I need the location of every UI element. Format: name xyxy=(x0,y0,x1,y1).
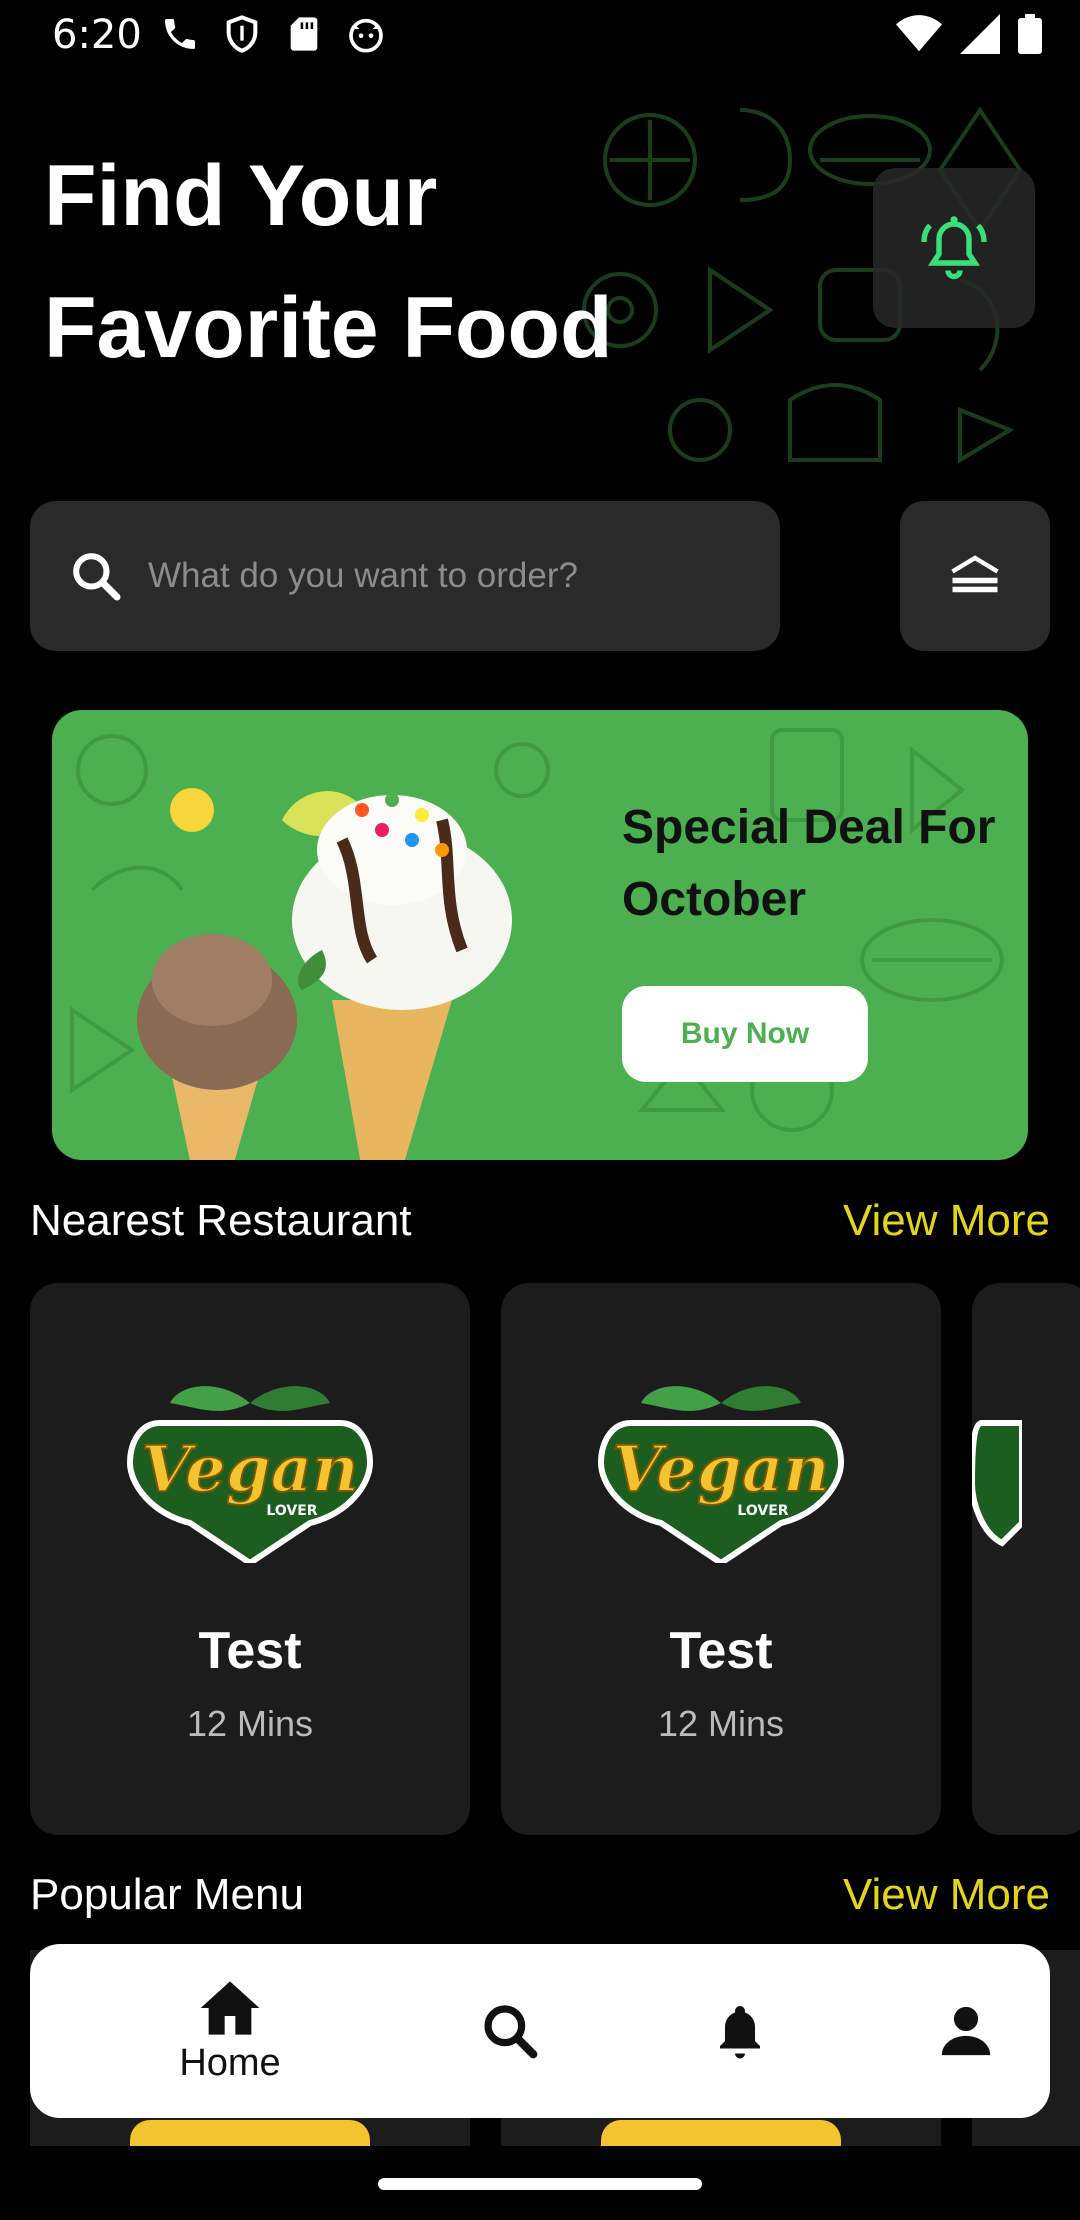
popular-view-more-link[interactable]: View More xyxy=(843,1870,1050,1920)
filter-icon xyxy=(951,555,999,593)
restaurant-name: Test xyxy=(669,1622,773,1680)
status-notifications xyxy=(160,14,386,54)
home-icon xyxy=(200,1980,260,2035)
vegan-logo-peek xyxy=(130,2120,370,2146)
promo-banner[interactable]: Special Deal For October Buy Now xyxy=(52,710,1028,1160)
restaurant-time: 12 Mins xyxy=(657,1703,785,1744)
status-time: 6:20 xyxy=(52,12,142,58)
vegan-lover-logo: Vegan LOVER xyxy=(126,1386,374,1563)
nav-home-label: Home xyxy=(179,2041,281,2084)
search-input[interactable]: What do you want to order? xyxy=(30,501,780,651)
restaurant-card[interactable]: Vegan LOVER Test 12 Mins xyxy=(501,1283,941,1835)
restaurant-name: Test xyxy=(198,1622,302,1680)
buy-now-button[interactable]: Buy Now xyxy=(622,986,868,1082)
filter-button[interactable] xyxy=(900,501,1050,651)
svg-text:Vegan: Vegan xyxy=(612,1432,829,1507)
wifi-icon xyxy=(896,15,942,52)
person-icon xyxy=(941,2006,991,2056)
search-icon xyxy=(484,2005,538,2059)
nav-search[interactable] xyxy=(430,1944,590,2118)
battery-icon xyxy=(1018,14,1042,54)
shield-icon xyxy=(226,15,258,53)
nav-notifications[interactable] xyxy=(660,1944,820,2118)
status-bar: 6:20 xyxy=(0,0,1080,72)
search-icon xyxy=(73,553,121,601)
home-indicator[interactable] xyxy=(378,2178,702,2190)
popular-menu-title: Popular Menu xyxy=(30,1870,304,1919)
phone-icon xyxy=(165,19,195,49)
notification-button[interactable] xyxy=(873,168,1035,328)
vegan-logo-peek xyxy=(601,2120,841,2146)
svg-text:LOVER: LOVER xyxy=(266,1503,317,1519)
bottom-navigation: Home xyxy=(30,1944,1050,2118)
restaurant-card-partial[interactable] xyxy=(972,1283,1080,1835)
svg-text:LOVER: LOVER xyxy=(737,1503,788,1519)
vegan-lover-logo xyxy=(972,1420,1022,1547)
page-title: Find Your Favorite Food xyxy=(44,148,613,376)
ice-cream-image xyxy=(137,788,512,1160)
restaurant-time: 12 Mins xyxy=(186,1703,314,1744)
restaurant-card[interactable]: Vegan LOVER Test 12 Mins xyxy=(30,1283,470,1835)
status-system xyxy=(896,14,1042,54)
sd-card-icon xyxy=(290,17,318,51)
vegan-lover-logo: Vegan LOVER xyxy=(597,1386,845,1563)
bell-icon xyxy=(720,2006,760,2059)
search-placeholder: What do you want to order? xyxy=(148,556,578,595)
nav-profile[interactable] xyxy=(886,1944,1046,2118)
cat-icon xyxy=(349,18,383,53)
nav-home[interactable]: Home xyxy=(120,1944,340,2118)
promo-title: Special Deal For October xyxy=(622,801,996,926)
signal-icon xyxy=(960,14,1000,54)
nearest-restaurant-title: Nearest Restaurant xyxy=(30,1196,412,1245)
bell-ringing-icon xyxy=(921,216,987,280)
nearest-view-more-link[interactable]: View More xyxy=(843,1196,1050,1246)
svg-text:Vegan: Vegan xyxy=(141,1432,358,1507)
